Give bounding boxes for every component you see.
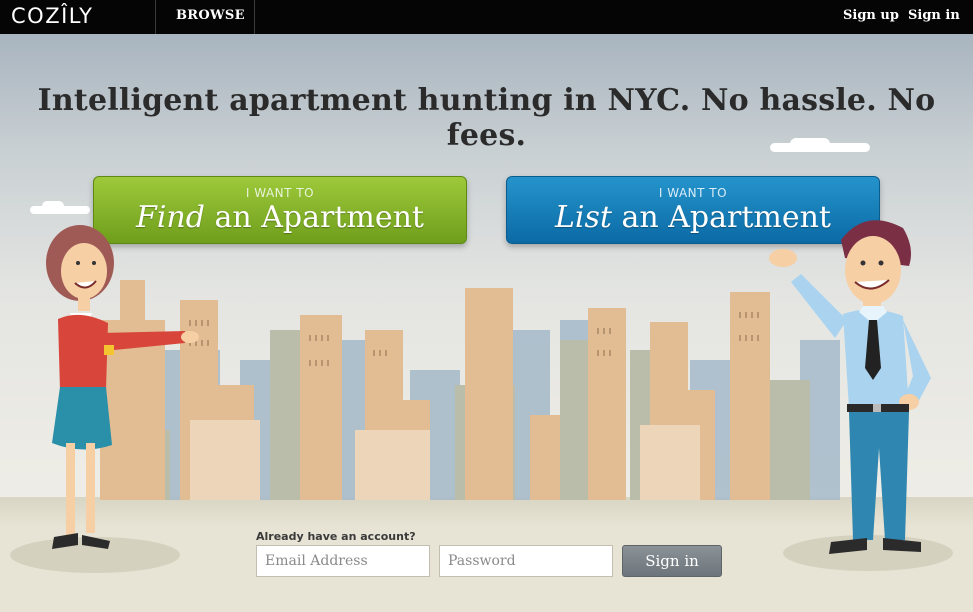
find-rest: an Apartment (204, 200, 424, 235)
password-field[interactable] (439, 545, 613, 577)
list-verb: List (555, 200, 612, 235)
woman-illustration (46, 225, 199, 549)
find-button-eyebrow: I WANT TO (245, 186, 315, 200)
sign-in-button[interactable]: Sign in (622, 545, 722, 577)
list-button-eyebrow: I WANT TO (658, 186, 728, 200)
login-prompt: Already have an account? (256, 530, 416, 543)
man-illustration (769, 220, 931, 554)
email-field[interactable] (256, 545, 430, 577)
